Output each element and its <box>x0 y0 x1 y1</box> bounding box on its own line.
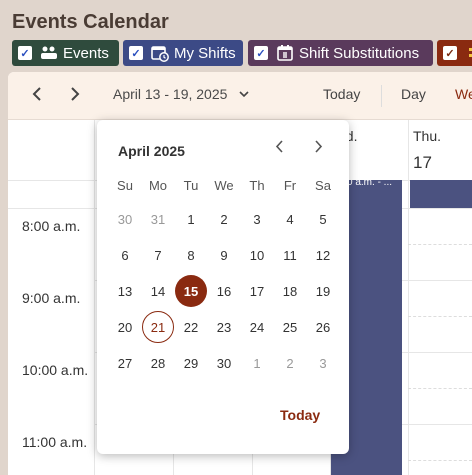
checkbox-more[interactable]: ✓ <box>443 46 457 60</box>
weekday-label: Tu <box>183 178 199 193</box>
half-hour-line <box>408 388 472 389</box>
previous-week-button[interactable] <box>32 85 42 106</box>
date-range-label: April 13 - 19, 2025 <box>113 86 228 102</box>
checkbox-shift-substitutions[interactable]: ✓ <box>254 46 268 60</box>
picker-day[interactable]: 27 <box>109 347 141 379</box>
filter-my-shifts[interactable]: ✓ My Shifts <box>123 40 243 66</box>
column-divider <box>408 120 409 475</box>
chevron-left-icon <box>275 140 283 153</box>
picker-day[interactable]: 6 <box>109 239 141 271</box>
picker-day[interactable]: 22 <box>175 311 207 343</box>
calendar-toolbar: April 13 - 19, 2025 Today Day We <box>8 72 472 120</box>
day-number-thu[interactable]: 17 <box>413 153 432 173</box>
half-hour-line <box>408 316 472 317</box>
half-hour-line <box>408 244 472 245</box>
weekday-label: Su <box>117 178 133 193</box>
picker-day[interactable]: 16 <box>208 275 240 307</box>
filter-events[interactable]: ✓ Events <box>12 40 119 66</box>
shift-event-time: 0 a.m. - ... <box>347 177 393 188</box>
week-view-button[interactable]: We <box>455 86 472 102</box>
picker-next-month-button[interactable] <box>314 138 323 158</box>
weekday-label: We <box>214 178 234 193</box>
time-label: 11:00 a.m. <box>22 434 88 450</box>
filter-shift-substitutions[interactable]: ✓ Shift Substitutions <box>248 40 433 66</box>
filter-shift-substitutions-label: Shift Substitutions <box>299 44 420 62</box>
today-button[interactable]: Today <box>323 86 360 102</box>
next-week-button[interactable] <box>70 85 80 106</box>
picker-day[interactable]: 14 <box>142 275 174 307</box>
picker-day[interactable]: 18 <box>274 275 306 307</box>
picker-day[interactable]: 1 <box>175 203 207 235</box>
picker-day[interactable]: 13 <box>109 275 141 307</box>
weekday-label: Fr <box>283 178 297 193</box>
picker-day[interactable]: 3 <box>307 347 339 379</box>
picker-day[interactable]: 2 <box>274 347 306 379</box>
picker-day[interactable]: 9 <box>208 239 240 271</box>
checkbox-events[interactable]: ✓ <box>18 46 32 60</box>
picker-day[interactable]: 12 <box>307 239 339 271</box>
picker-day[interactable]: 29 <box>175 347 207 379</box>
chevron-right-icon <box>71 87 80 101</box>
picker-day[interactable]: 4 <box>274 203 306 235</box>
chevron-down-icon <box>239 89 249 101</box>
picker-day[interactable]: 28 <box>142 347 174 379</box>
picker-day[interactable]: 5 <box>307 203 339 235</box>
date-picker-popup: April 2025 Su Mo Tu We Th Fr Sa 30 31 1 2 3 4 5 6 7 8 9 1… <box>97 120 349 454</box>
picker-day[interactable]: 11 <box>274 239 306 271</box>
filter-events-label: Events <box>63 44 109 62</box>
picker-day[interactable]: 19 <box>307 275 339 307</box>
picker-day[interactable]: 1 <box>241 347 273 379</box>
picker-day[interactable]: 31 <box>142 203 174 235</box>
checkbox-my-shifts[interactable]: ✓ <box>129 46 143 60</box>
events-icon <box>40 44 58 62</box>
picker-today-button[interactable]: Today <box>280 407 320 423</box>
day-view-button[interactable]: Day <box>401 86 426 102</box>
half-hour-line <box>408 460 472 461</box>
date-range-button[interactable]: April 13 - 19, 2025 <box>113 86 249 102</box>
time-label: 8:00 a.m. <box>22 218 81 234</box>
list-icon <box>465 44 472 62</box>
calendar-clock-icon <box>151 44 169 62</box>
picker-month-title: April 2025 <box>118 143 185 159</box>
picker-day[interactable]: 15 <box>175 275 207 307</box>
filter-my-shifts-label: My Shifts <box>174 44 236 62</box>
toolbar-divider <box>381 85 382 107</box>
filter-more[interactable]: ✓ <box>437 40 472 66</box>
app-title: Events Calendar <box>12 11 169 33</box>
picker-day[interactable]: 17 <box>241 275 273 307</box>
picker-day[interactable]: 2 <box>208 203 240 235</box>
calendar-swap-icon <box>276 44 294 62</box>
time-label: 9:00 a.m. <box>22 290 81 306</box>
picker-day[interactable]: 8 <box>175 239 207 271</box>
picker-day[interactable]: 26 <box>307 311 339 343</box>
picker-day[interactable]: 30 <box>208 347 240 379</box>
picker-day[interactable]: 24 <box>241 311 273 343</box>
time-gutter-divider <box>94 120 95 475</box>
shift-event[interactable] <box>410 180 472 208</box>
chevron-right-icon <box>315 140 323 153</box>
picker-day[interactable]: 20 <box>109 311 141 343</box>
weekday-label: Mo <box>148 178 168 193</box>
picker-day[interactable]: 10 <box>241 239 273 271</box>
picker-day[interactable]: 23 <box>208 311 240 343</box>
picker-day[interactable]: 25 <box>274 311 306 343</box>
weekday-label: Th <box>249 178 265 193</box>
picker-day[interactable]: 3 <box>241 203 273 235</box>
picker-day[interactable]: 21 <box>142 311 174 343</box>
picker-previous-month-button[interactable] <box>275 138 284 158</box>
time-label: 10:00 a.m. <box>22 362 89 378</box>
picker-day[interactable]: 30 <box>109 203 141 235</box>
weekday-label: Sa <box>315 178 331 193</box>
chevron-left-icon <box>32 87 41 101</box>
picker-day[interactable]: 7 <box>142 239 174 271</box>
day-header-thu[interactable]: Thu. <box>413 128 441 144</box>
